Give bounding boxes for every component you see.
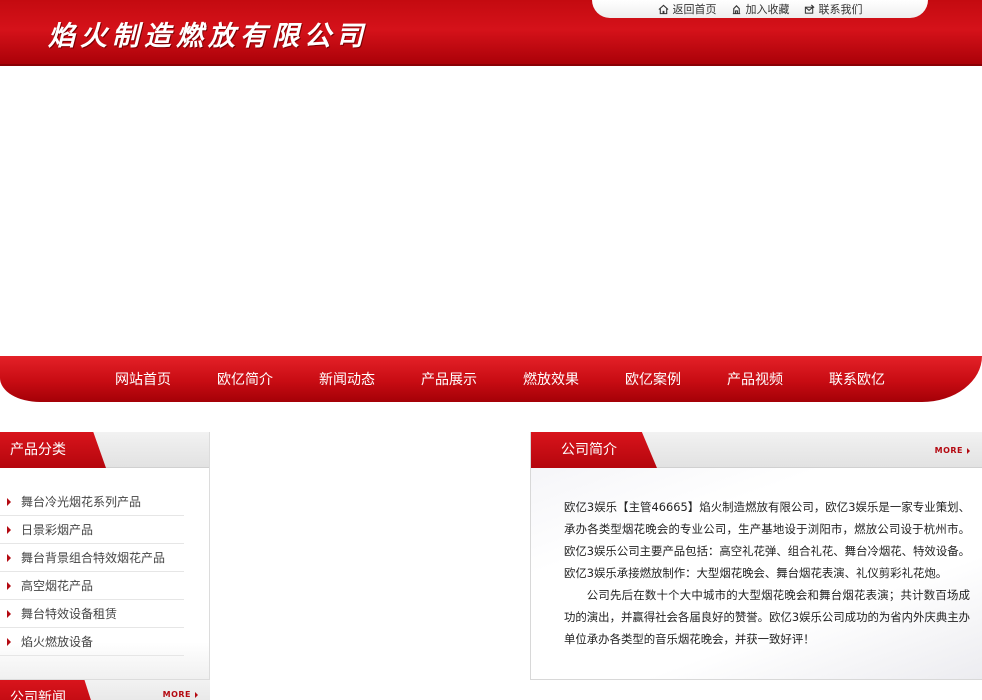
top-links: 返回首页 加入收藏 联系我们 — [592, 0, 928, 18]
category-item[interactable]: 焰火燃放设备 — [0, 628, 184, 656]
nav-bar: 网站首页 欧亿简介 新闻动态 产品展示 燃放效果 欧亿案例 产品视频 联系欧亿 — [0, 356, 982, 402]
contact-icon — [804, 3, 815, 14]
nav-item-videos[interactable]: 产品视频 — [704, 369, 806, 389]
intro-paragraph-1: 欧亿3娱乐【主管46665】焰火制造燃放有限公司，欧亿3娱乐是一家专业策划、承办… — [564, 500, 970, 580]
bookmark-link-label: 加入收藏 — [745, 3, 790, 16]
nav-item-about[interactable]: 欧亿简介 — [194, 369, 296, 389]
home-link-label: 返回首页 — [672, 3, 717, 16]
nav-item-contact[interactable]: 联系欧亿 — [806, 369, 908, 389]
news-more-link[interactable]: MORE — [163, 690, 198, 699]
news-panel-title: 公司新闻 — [0, 680, 96, 700]
nav-item-products[interactable]: 产品展示 — [398, 369, 500, 389]
contact-link[interactable]: 联系我们 — [804, 1, 863, 17]
category-item[interactable]: 高空烟花产品 — [0, 572, 184, 600]
site-logo[interactable]: 焰火制造燃放有限公司 — [48, 14, 368, 53]
intro-panel-header: 公司简介 MORE — [531, 432, 982, 468]
nav-item-cases[interactable]: 欧亿案例 — [602, 369, 704, 389]
contact-link-label: 联系我们 — [818, 3, 863, 16]
category-panel-header: 产品分类 — [0, 432, 209, 468]
company-intro-panel: 公司简介 MORE 欧亿3娱乐【主管46665】焰火制造燃放有限公司，欧亿3娱乐… — [530, 432, 982, 680]
company-news-header: 公司新闻 MORE — [0, 680, 210, 700]
nav-shadow — [0, 402, 982, 426]
intro-text: 欧亿3娱乐【主管46665】焰火制造燃放有限公司，欧亿3娱乐是一家专业策划、承办… — [564, 496, 970, 650]
category-list: 舞台冷光烟花系列产品 日景彩烟产品 舞台背景组合特效烟花产品 高空烟花产品 舞台… — [0, 468, 209, 656]
home-icon — [658, 4, 668, 14]
category-item[interactable]: 舞台冷光烟花系列产品 — [0, 488, 184, 516]
category-item[interactable]: 舞台特效设备租赁 — [0, 600, 184, 628]
category-item[interactable]: 舞台背景组合特效烟花产品 — [0, 544, 184, 572]
product-category-panel: 产品分类 舞台冷光烟花系列产品 日景彩烟产品 舞台背景组合特效烟花产品 高空烟花… — [0, 432, 210, 680]
bookmark-link[interactable]: 加入收藏 — [731, 1, 790, 17]
nav-item-effects[interactable]: 燃放效果 — [500, 369, 602, 389]
home-link[interactable]: 返回首页 — [658, 1, 717, 17]
nav-item-news[interactable]: 新闻动态 — [296, 369, 398, 389]
header: 焰火制造燃放有限公司 返回首页 加入收藏 联系我们 — [0, 0, 982, 66]
banner-area — [0, 66, 982, 356]
intro-panel-title: 公司简介 — [531, 432, 657, 468]
category-item[interactable]: 日景彩烟产品 — [0, 516, 184, 544]
main-navigation: 网站首页 欧亿简介 新闻动态 产品展示 燃放效果 欧亿案例 产品视频 联系欧亿 — [0, 356, 982, 426]
intro-more-link[interactable]: MORE — [935, 446, 970, 455]
category-panel-title: 产品分类 — [0, 432, 106, 468]
intro-paragraph-2: 公司先后在数十个大中城市的大型烟花晚会和舞台烟花表演；共计数百场成功的演出，并赢… — [564, 588, 970, 646]
bookmark-icon — [732, 4, 740, 14]
nav-item-home[interactable]: 网站首页 — [92, 369, 194, 389]
